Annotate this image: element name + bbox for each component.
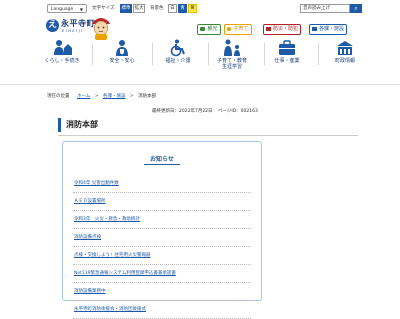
- title-divider: [58, 135, 358, 136]
- language-label: Language: [51, 7, 74, 12]
- notice-heading-underline: [144, 164, 180, 165]
- notice-list: 令和4年 災害出動件数 ＡＥＤ設置場所 令和3年 火災・救急・救助統計 消防設備…: [73, 175, 251, 319]
- person-house-icon: [54, 40, 72, 55]
- last-updated: 最終更新日：2022年7月22日: [152, 109, 213, 114]
- mascot-icon: [92, 18, 110, 40]
- notice-link[interactable]: ＡＥＤ設置場所: [74, 198, 106, 204]
- search-icon[interactable]: ⌕: [350, 4, 362, 13]
- nav-label: 安全・安心: [109, 58, 135, 64]
- notice-link[interactable]: Net119緊急通報システム利用登録申込書兼承諾書: [74, 270, 176, 276]
- nav-item-childcare-education[interactable]: 子育て・教育 生涯学習: [202, 39, 262, 70]
- notice-link[interactable]: 令和3年 火災・救急・救助統計: [74, 216, 140, 222]
- child-icon: [227, 26, 232, 31]
- nav-item-work-industry[interactable]: 仕事・産業: [257, 39, 317, 69]
- page-title: 消防本部: [58, 118, 358, 132]
- breadcrumb-separator: >: [94, 94, 99, 99]
- camera-icon: [200, 26, 206, 31]
- family-icon: [224, 39, 240, 56]
- nav-label: 福祉・介護: [165, 58, 191, 64]
- header-divider: [0, 84, 400, 85]
- logo-sub: EIHEIJI: [62, 29, 84, 33]
- quick-link-childcare[interactable]: 子育て: [224, 24, 252, 35]
- background-color-label: 背景色: [150, 6, 164, 11]
- notice-link[interactable]: 永平寺町消防後援会・消防団後援式: [74, 306, 146, 312]
- breadcrumb-separator: >: [129, 94, 134, 99]
- font-size-standard-button[interactable]: 標準: [120, 4, 132, 13]
- quick-link-label: 各課・施設: [318, 26, 344, 32]
- breadcrumb-current: 消防本部: [138, 94, 157, 99]
- quick-link-disaster[interactable]: 防災・防犯: [263, 24, 301, 35]
- quick-link-label: 観光: [207, 26, 218, 32]
- alert-icon: [265, 26, 271, 31]
- quick-link-tourism[interactable]: 観光: [197, 24, 221, 35]
- list-item: 令和4年 災害出動件数: [73, 175, 251, 193]
- nav-label-sub: 生涯学習: [221, 64, 242, 70]
- notice-link[interactable]: 点検・交換しよう！住宅用火災警報器: [74, 252, 151, 258]
- utility-bar: Language ▼ 文字サイズ 標準 拡大 背景色 白 青 黄 音声読み上げ …: [0, 0, 400, 14]
- shield-person-icon: [116, 40, 128, 56]
- list-item: 消防設備点検: [73, 229, 251, 247]
- building-icon: [311, 26, 317, 31]
- page-id: ページID：002163: [217, 109, 258, 114]
- list-item: ＡＥＤ設置場所: [73, 193, 251, 211]
- list-item: 永平寺町消防後援会・消防団後援式: [73, 301, 251, 319]
- quick-link-label: 防災・防犯: [272, 26, 298, 32]
- read-aloud-field[interactable]: 音声読み上げ: [300, 4, 350, 13]
- nav-item-safety[interactable]: 安全・安心: [92, 39, 152, 69]
- nav-label: 町政情報: [334, 58, 355, 64]
- breadcrumb-link-facilities[interactable]: 各課・施設: [103, 94, 126, 99]
- list-item: Net119緊急通報システム利用登録申込書兼承諾書: [73, 265, 251, 283]
- nav-item-town-info[interactable]: 町政情報: [315, 39, 375, 69]
- quick-link-facilities[interactable]: 各課・施設: [309, 24, 347, 35]
- list-item: 消防設備業務中: [73, 283, 251, 301]
- nav-label: 仕事・産業: [274, 58, 300, 64]
- bg-blue-button[interactable]: 青: [178, 4, 187, 13]
- notice-box: お知らせ 令和4年 災害出動件数 ＡＥＤ設置場所 令和3年 火災・救急・救助統計…: [62, 141, 262, 319]
- town-emblem-icon: え: [46, 19, 59, 32]
- breadcrumb-heading: 現在の位置: [47, 94, 70, 99]
- nav-item-welfare[interactable]: 福祉・介護: [148, 39, 208, 69]
- nav-label: くらし・手続き: [44, 58, 80, 64]
- page-meta: 最終更新日：2022年7月22日 ページID：002163: [152, 108, 262, 114]
- chevron-down-icon: ▼: [79, 7, 83, 12]
- notice-link[interactable]: 令和4年 災害出動件数: [74, 180, 119, 186]
- building-icon: [337, 41, 353, 55]
- notice-link[interactable]: 消防設備点検: [74, 234, 101, 240]
- list-item: 令和3年 火災・救急・救助統計: [73, 211, 251, 229]
- breadcrumb-link-home[interactable]: ホーム: [77, 94, 90, 99]
- quick-link-label: 子育て: [233, 26, 249, 32]
- font-size-label: 文字サイズ: [92, 6, 115, 11]
- bg-yellow-button[interactable]: 黄: [188, 4, 197, 13]
- language-select[interactable]: Language ▼: [47, 4, 87, 13]
- list-item: 点検・交換しよう！住宅用火災警報器: [73, 247, 251, 265]
- notice-heading: お知らせ: [150, 156, 174, 163]
- font-size-large-button[interactable]: 拡大: [133, 4, 145, 13]
- bg-white-button[interactable]: 白: [168, 4, 177, 13]
- breadcrumb: 現在の位置 ホーム > 各課・施設 > 消防本部: [47, 94, 156, 100]
- wheelchair-icon: [170, 39, 185, 57]
- nav-item-living[interactable]: くらし・手続き: [32, 39, 92, 69]
- notice-link[interactable]: 消防設備業務中: [74, 288, 106, 294]
- briefcase-icon: [279, 40, 295, 55]
